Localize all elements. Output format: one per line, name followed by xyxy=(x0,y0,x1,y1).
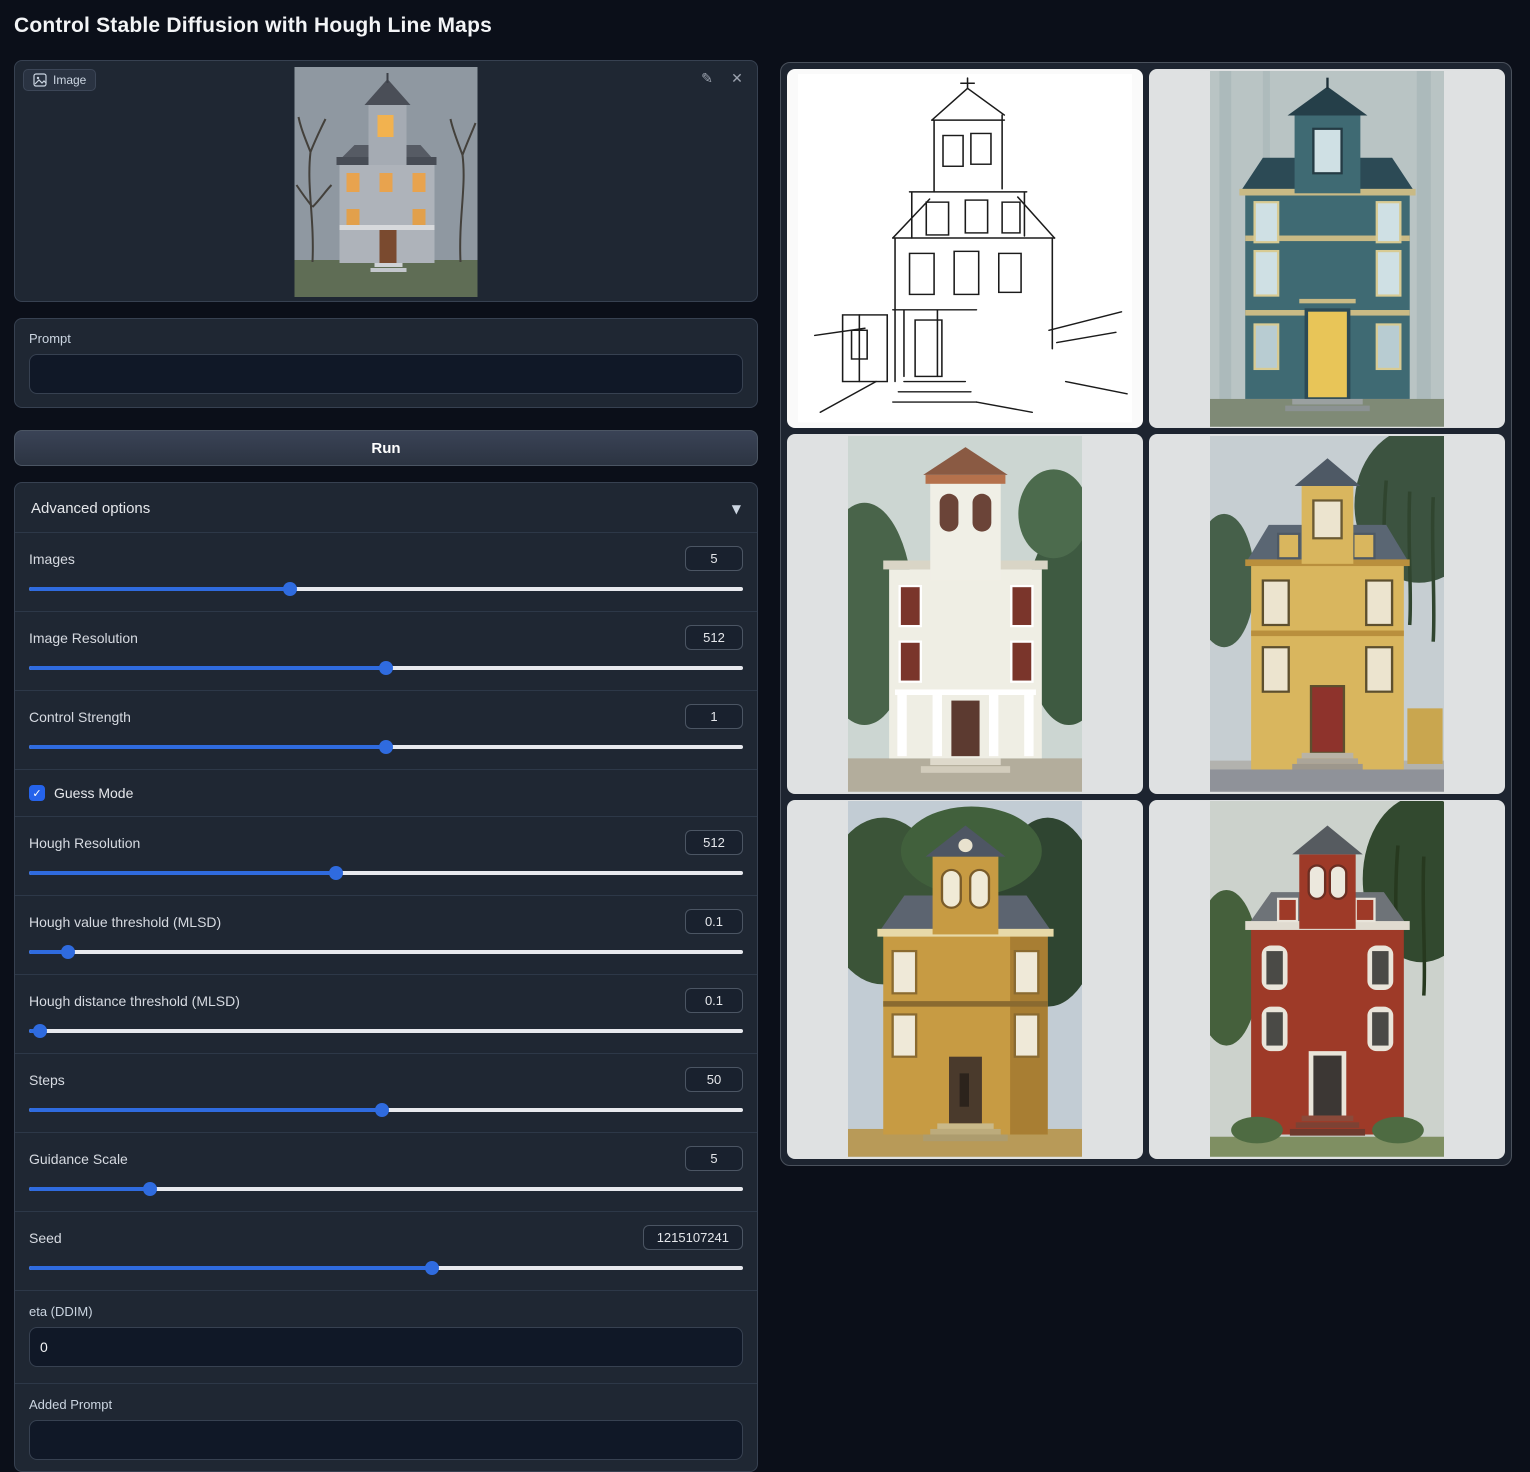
advanced-options-panel: Advanced options ▼ Images 5 Image Resolu… xyxy=(14,482,758,1472)
slider[interactable] xyxy=(29,1261,743,1275)
slider-fill xyxy=(29,745,386,749)
advanced-options-title: Advanced options xyxy=(31,500,150,517)
slider-thumb[interactable] xyxy=(61,945,75,959)
clear-image-icon[interactable]: ✕ xyxy=(727,69,747,89)
slider-fill xyxy=(29,1108,382,1112)
slider-fill xyxy=(29,666,386,670)
slider[interactable] xyxy=(29,945,743,959)
slider-thumb[interactable] xyxy=(425,1261,439,1275)
eta-row: eta (DDIM) xyxy=(15,1290,757,1383)
advanced-options-header[interactable]: Advanced options ▼ xyxy=(15,483,757,532)
input-image[interactable] xyxy=(295,67,478,297)
slider-value-input[interactable]: 0.1 xyxy=(685,988,743,1013)
gallery-item-generated-3[interactable] xyxy=(1149,434,1505,793)
slider[interactable] xyxy=(29,866,743,880)
image-input-label: Image xyxy=(23,69,96,91)
advanced-sliders-group-2: Hough Resolution 512 Hough value thresho… xyxy=(15,816,757,1290)
slider-thumb[interactable] xyxy=(283,582,297,596)
slider-label: Guidance Scale xyxy=(29,1151,128,1167)
slider-row-hough-resolution: Hough Resolution 512 xyxy=(15,816,757,895)
gallery-item-generated-1[interactable] xyxy=(1149,69,1505,428)
slider-thumb[interactable] xyxy=(379,740,393,754)
slider-label: Control Strength xyxy=(29,709,131,725)
image-input-panel: Image ✎ ✕ xyxy=(14,60,758,302)
guess-mode-row: ✓ Guess Mode xyxy=(15,769,757,816)
slider-label: Images xyxy=(29,551,75,567)
generated-image-gold-house xyxy=(848,801,1083,1157)
slider-label: Steps xyxy=(29,1072,65,1088)
slider-fill xyxy=(29,1187,150,1191)
slider-thumb[interactable] xyxy=(375,1103,389,1117)
slider-label: Image Resolution xyxy=(29,630,138,646)
slider-value-input[interactable]: 0.1 xyxy=(685,909,743,934)
slider[interactable] xyxy=(29,1103,743,1117)
slider-row-hough-distance-threshold-mlsd: Hough distance threshold (MLSD) 0.1 xyxy=(15,974,757,1053)
prompt-panel: Prompt xyxy=(14,318,758,408)
hough-line-map-image xyxy=(798,74,1133,423)
slider-row-hough-value-threshold-mlsd: Hough value threshold (MLSD) 0.1 xyxy=(15,895,757,974)
slider-label: Seed xyxy=(29,1230,62,1246)
added-prompt-row: Added Prompt xyxy=(15,1383,757,1472)
slider-label: Hough value threshold (MLSD) xyxy=(29,914,221,930)
added-prompt-label: Added Prompt xyxy=(29,1397,743,1412)
run-button[interactable]: Run xyxy=(14,430,758,466)
added-prompt-input[interactable] xyxy=(29,1420,743,1460)
slider-label: Hough distance threshold (MLSD) xyxy=(29,993,240,1009)
slider-label: Hough Resolution xyxy=(29,835,140,851)
prompt-input[interactable] xyxy=(29,354,743,394)
slider-row-images: Images 5 xyxy=(15,532,757,611)
slider-track[interactable] xyxy=(29,950,743,954)
gallery-item-generated-5[interactable] xyxy=(1149,800,1505,1159)
slider-value-input[interactable]: 1 xyxy=(685,704,743,729)
guess-mode-label: Guess Mode xyxy=(54,785,133,801)
generated-image-white-house xyxy=(848,436,1083,792)
slider-thumb[interactable] xyxy=(143,1182,157,1196)
generated-image-teal-house xyxy=(1210,71,1445,427)
eta-label: eta (DDIM) xyxy=(29,1304,743,1319)
slider-fill xyxy=(29,871,336,875)
gallery-item-hough-line-map[interactable] xyxy=(787,69,1143,428)
chevron-down-icon: ▼ xyxy=(732,502,741,516)
guess-mode-checkbox[interactable]: ✓ xyxy=(29,785,45,801)
slider-value-input[interactable]: 5 xyxy=(685,546,743,571)
eta-input[interactable] xyxy=(29,1327,743,1367)
slider[interactable] xyxy=(29,1024,743,1038)
slider-value-input[interactable]: 512 xyxy=(685,625,743,650)
slider-track[interactable] xyxy=(29,1029,743,1033)
slider[interactable] xyxy=(29,661,743,675)
slider[interactable] xyxy=(29,1182,743,1196)
slider-row-seed: Seed 1215107241 xyxy=(15,1211,757,1290)
slider-value-input[interactable]: 512 xyxy=(685,830,743,855)
prompt-label: Prompt xyxy=(29,331,743,346)
slider-value-input[interactable]: 50 xyxy=(685,1067,743,1092)
slider-fill xyxy=(29,1266,432,1270)
output-gallery xyxy=(780,62,1512,1166)
slider-value-input[interactable]: 1215107241 xyxy=(643,1225,743,1250)
gallery-item-generated-4[interactable] xyxy=(787,800,1143,1159)
slider-thumb[interactable] xyxy=(33,1024,47,1038)
image-input-label-text: Image xyxy=(53,73,86,87)
slider-row-guidance-scale: Guidance Scale 5 xyxy=(15,1132,757,1211)
slider[interactable] xyxy=(29,582,743,596)
slider-row-control-strength: Control Strength 1 xyxy=(15,690,757,769)
slider-row-steps: Steps 50 xyxy=(15,1053,757,1132)
generated-image-red-house xyxy=(1210,801,1445,1157)
slider-thumb[interactable] xyxy=(379,661,393,675)
slider-fill xyxy=(29,587,290,591)
slider-row-image-resolution: Image Resolution 512 xyxy=(15,611,757,690)
advanced-sliders-group-1: Images 5 Image Resolution 512 Control St… xyxy=(15,532,757,769)
input-house-photo xyxy=(295,67,478,297)
generated-image-yellow-house xyxy=(1210,436,1445,792)
slider[interactable] xyxy=(29,740,743,754)
slider-value-input[interactable]: 5 xyxy=(685,1146,743,1171)
slider-thumb[interactable] xyxy=(329,866,343,880)
image-icon xyxy=(33,73,47,87)
edit-image-icon[interactable]: ✎ xyxy=(697,69,717,89)
page-title: Control Stable Diffusion with Hough Line… xyxy=(14,14,492,38)
gallery-item-generated-2[interactable] xyxy=(787,434,1143,793)
